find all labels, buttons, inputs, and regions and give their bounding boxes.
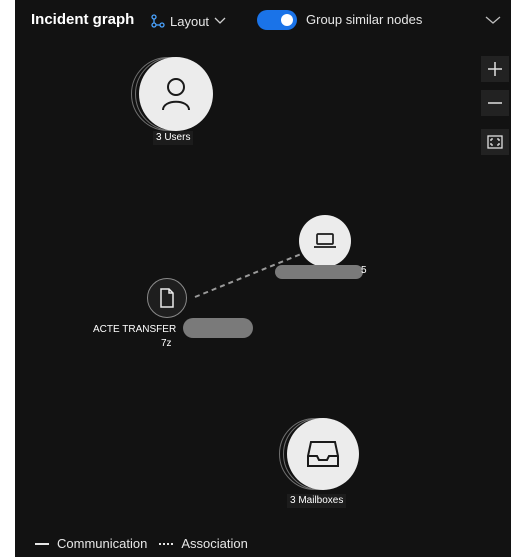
redacted-hostname	[275, 265, 363, 279]
mailboxes-circle	[287, 418, 359, 490]
device-circle	[299, 215, 351, 267]
redacted-filename	[183, 318, 253, 338]
mailboxes-node[interactable]: 3 Mailboxes	[275, 415, 395, 510]
mailboxes-node-label: 3 Mailboxes	[287, 494, 347, 508]
file-circle	[147, 278, 187, 318]
legend-association-label: Association	[181, 536, 248, 551]
file-node-label-ext: 7z	[161, 338, 172, 349]
users-node[interactable]: 3 Users	[127, 53, 227, 148]
legend-communication-label: Communication	[57, 536, 148, 551]
graph-legend: Communication Association	[35, 536, 248, 551]
user-icon	[162, 78, 190, 111]
device-node-label: 5	[361, 265, 367, 276]
communication-line-icon	[35, 542, 49, 545]
users-circle	[139, 57, 213, 131]
laptop-icon	[314, 233, 336, 248]
association-line-icon	[159, 542, 174, 545]
incident-graph-panel: Incident graph Layout Group similar node…	[15, 0, 511, 557]
file-icon	[160, 288, 174, 308]
device-node[interactable]: 5	[273, 215, 383, 281]
inbox-icon	[307, 441, 339, 467]
users-node-label: 3 Users	[153, 131, 194, 145]
file-node-label: ACTE TRANSFER	[93, 324, 177, 335]
file-node[interactable]: ACTE TRANSFER 7z	[93, 278, 273, 364]
